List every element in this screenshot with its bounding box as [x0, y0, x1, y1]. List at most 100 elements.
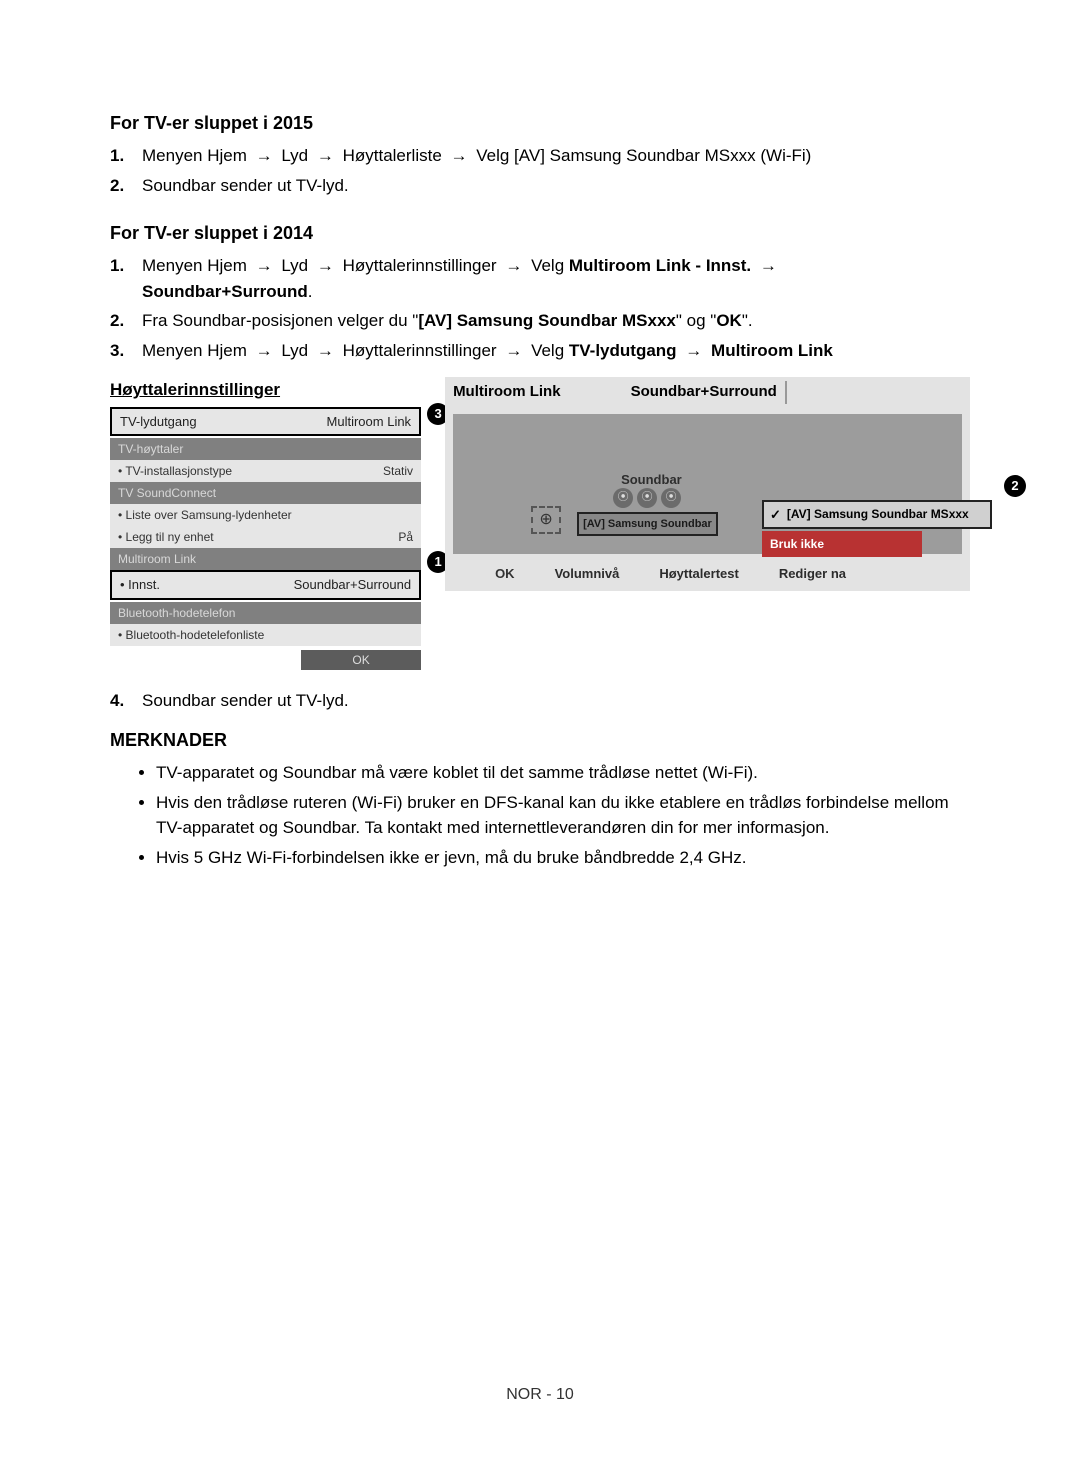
step-text: Lyd — [281, 256, 308, 275]
step-number: 4. — [110, 688, 124, 714]
callout-badge-2: 2 — [1004, 475, 1026, 497]
step-number: 2. — [110, 308, 124, 334]
popup-option-label: [AV] Samsung Soundbar MSxxx — [787, 505, 969, 523]
panel-header: Multiroom Link Soundbar+Surround — [445, 377, 970, 414]
step-text: Lyd — [281, 341, 308, 360]
row-muted: Multiroom Link — [110, 548, 421, 570]
step-text: Lyd — [281, 146, 308, 165]
row-muted: TV-høyttaler — [110, 438, 421, 460]
step-text-bold: Soundbar+Surround — [142, 282, 308, 301]
av-soundbar-chip: [AV] Samsung Soundbar — [577, 512, 718, 537]
section-title-2014: For TV-er sluppet i 2014 — [110, 220, 970, 247]
step-text-bold: TV-lydutgang — [569, 341, 677, 360]
row-label: • Bluetooth-hodetelefonliste — [118, 626, 264, 644]
speaker-dot-icon: ⦿ — [661, 488, 681, 508]
step-2014-2: 2. Fra Soundbar-posisjonen velger du "[A… — [138, 308, 970, 334]
panel-title: Høyttalerinnstillinger — [110, 377, 421, 403]
notes-list: TV-apparatet og Soundbar må være koblet … — [110, 760, 970, 870]
steps-2014-cont: 4. Soundbar sender ut TV-lyd. — [110, 688, 970, 714]
arrow-icon: → — [505, 341, 522, 360]
step-2015-2: 2. Soundbar sender ut TV-lyd. — [138, 173, 970, 199]
steps-2014: 1. Menyen Hjem → Lyd → Høyttalerinnstill… — [110, 253, 970, 363]
step-text: Høyttalerinnstillinger — [343, 256, 497, 275]
step-text-bold: OK — [716, 311, 742, 330]
arrow-icon: → — [256, 146, 273, 165]
add-speaker-icon: ⊕ — [531, 506, 561, 534]
footer-ok: OK — [495, 564, 515, 584]
soundbar-label: Soundbar — [621, 470, 682, 490]
arrow-icon: → — [256, 256, 273, 275]
step-number: 1. — [110, 253, 124, 279]
arrow-icon: → — [256, 341, 273, 360]
note-item: Hvis den trådløse ruteren (Wi-Fi) bruker… — [156, 790, 970, 841]
panel-footer: OK Volumnivå Høyttalertest Rediger na — [445, 554, 970, 586]
row-value: Stativ — [383, 462, 413, 480]
row-label: TV-lydutgang — [120, 412, 197, 432]
row-label: • TV-installasjonstype — [118, 462, 232, 480]
step-text: Soundbar sender ut TV-lyd. — [142, 691, 349, 710]
section-title-2015: For TV-er sluppet i 2015 — [110, 110, 970, 137]
diagram-container: Høyttalerinnstillinger TV-lydutgang Mult… — [110, 377, 970, 670]
step-text: Menyen Hjem — [142, 146, 247, 165]
speaker-dot-icon: ⦿ — [637, 488, 657, 508]
step-number: 2. — [110, 173, 124, 199]
step-text: " og " — [676, 311, 716, 330]
step-2014-1: 1. Menyen Hjem → Lyd → Høyttalerinnstill… — [138, 253, 970, 304]
soundbar-dots: ⦿ ⦿ ⦿ — [613, 488, 681, 508]
step-text: Fra Soundbar-posisjonen velger du " — [142, 311, 418, 330]
popup-menu: ✓ [AV] Samsung Soundbar MSxxx Bruk ikke — [762, 500, 992, 558]
step-text: Velg — [531, 256, 564, 275]
note-item: Hvis 5 GHz Wi-Fi-forbindelsen ikke er je… — [156, 845, 970, 871]
speaker-dot-icon: ⦿ — [613, 488, 633, 508]
notes-title: MERKNADER — [110, 727, 970, 754]
check-icon: ✓ — [770, 505, 781, 525]
footer-test: Høyttalertest — [659, 564, 738, 584]
page-footer: NOR - 10 — [0, 1383, 1080, 1407]
row-innst: • Innst. Soundbar+Surround — [110, 570, 421, 600]
step-text: Menyen Hjem — [142, 341, 247, 360]
popup-option-dontuse: Bruk ikke — [762, 531, 922, 557]
arrow-icon: → — [760, 256, 777, 275]
footer-edit: Rediger na — [779, 564, 846, 584]
step-text-bold: Multiroom Link - Innst. — [569, 256, 751, 275]
row-item: • Bluetooth-hodetelefonliste — [110, 624, 421, 646]
panel-multiroom-link: Multiroom Link Soundbar+Surround Soundba… — [445, 377, 970, 591]
step-text-bold: [AV] Samsung Soundbar MSxxx — [418, 311, 676, 330]
step-number: 1. — [110, 143, 124, 169]
tab-multiroom: Multiroom Link — [453, 381, 561, 404]
row-value: På — [398, 528, 413, 546]
step-text: Soundbar sender ut TV-lyd. — [142, 176, 349, 195]
step-text: . — [308, 282, 313, 301]
ok-button: OK — [301, 650, 421, 670]
step-text: ". — [742, 311, 753, 330]
arrow-icon: → — [505, 256, 522, 275]
footer-volume: Volumnivå — [555, 564, 620, 584]
row-label: • Legg til ny enhet — [118, 528, 214, 546]
row-item: • TV-installasjonstype Stativ — [110, 460, 421, 482]
step-text: Velg [AV] Samsung Soundbar MSxxx (Wi-Fi) — [476, 146, 811, 165]
row-tv-lydutgang: TV-lydutgang Multiroom Link — [110, 407, 421, 437]
step-text: Høyttalerinnstillinger — [343, 341, 497, 360]
arrow-icon: → — [317, 146, 334, 165]
step-2014-3: 3. Menyen Hjem → Lyd → Høyttalerinnstill… — [138, 338, 970, 364]
row-item: • Legg til ny enhet På — [110, 526, 421, 548]
step-text: Menyen Hjem — [142, 256, 247, 275]
step-text: Velg — [531, 341, 564, 360]
steps-2015: 1. Menyen Hjem → Lyd → Høyttalerliste → … — [110, 143, 970, 198]
row-muted: Bluetooth-hodetelefon — [110, 602, 421, 624]
arrow-icon: → — [451, 146, 468, 165]
tab-soundbar-surround: Soundbar+Surround — [631, 381, 787, 404]
row-value: Multiroom Link — [327, 412, 412, 432]
row-label: • Liste over Samsung-lydenheter — [118, 506, 292, 524]
row-item: • Liste over Samsung-lydenheter — [110, 504, 421, 526]
step-number: 3. — [110, 338, 124, 364]
arrow-icon: → — [685, 341, 702, 360]
arrow-icon: → — [317, 341, 334, 360]
popup-option-selected: ✓ [AV] Samsung Soundbar MSxxx — [762, 500, 992, 530]
step-text: Høyttalerliste — [343, 146, 442, 165]
row-muted: TV SoundConnect — [110, 482, 421, 504]
stage-area: Soundbar ⦿ ⦿ ⦿ ⊕ [AV] Samsung Soundbar ✓… — [453, 414, 962, 554]
panel-speaker-settings: Høyttalerinnstillinger TV-lydutgang Mult… — [110, 377, 421, 670]
step-text-bold: Multiroom Link — [711, 341, 833, 360]
step-2015-1: 1. Menyen Hjem → Lyd → Høyttalerliste → … — [138, 143, 970, 169]
